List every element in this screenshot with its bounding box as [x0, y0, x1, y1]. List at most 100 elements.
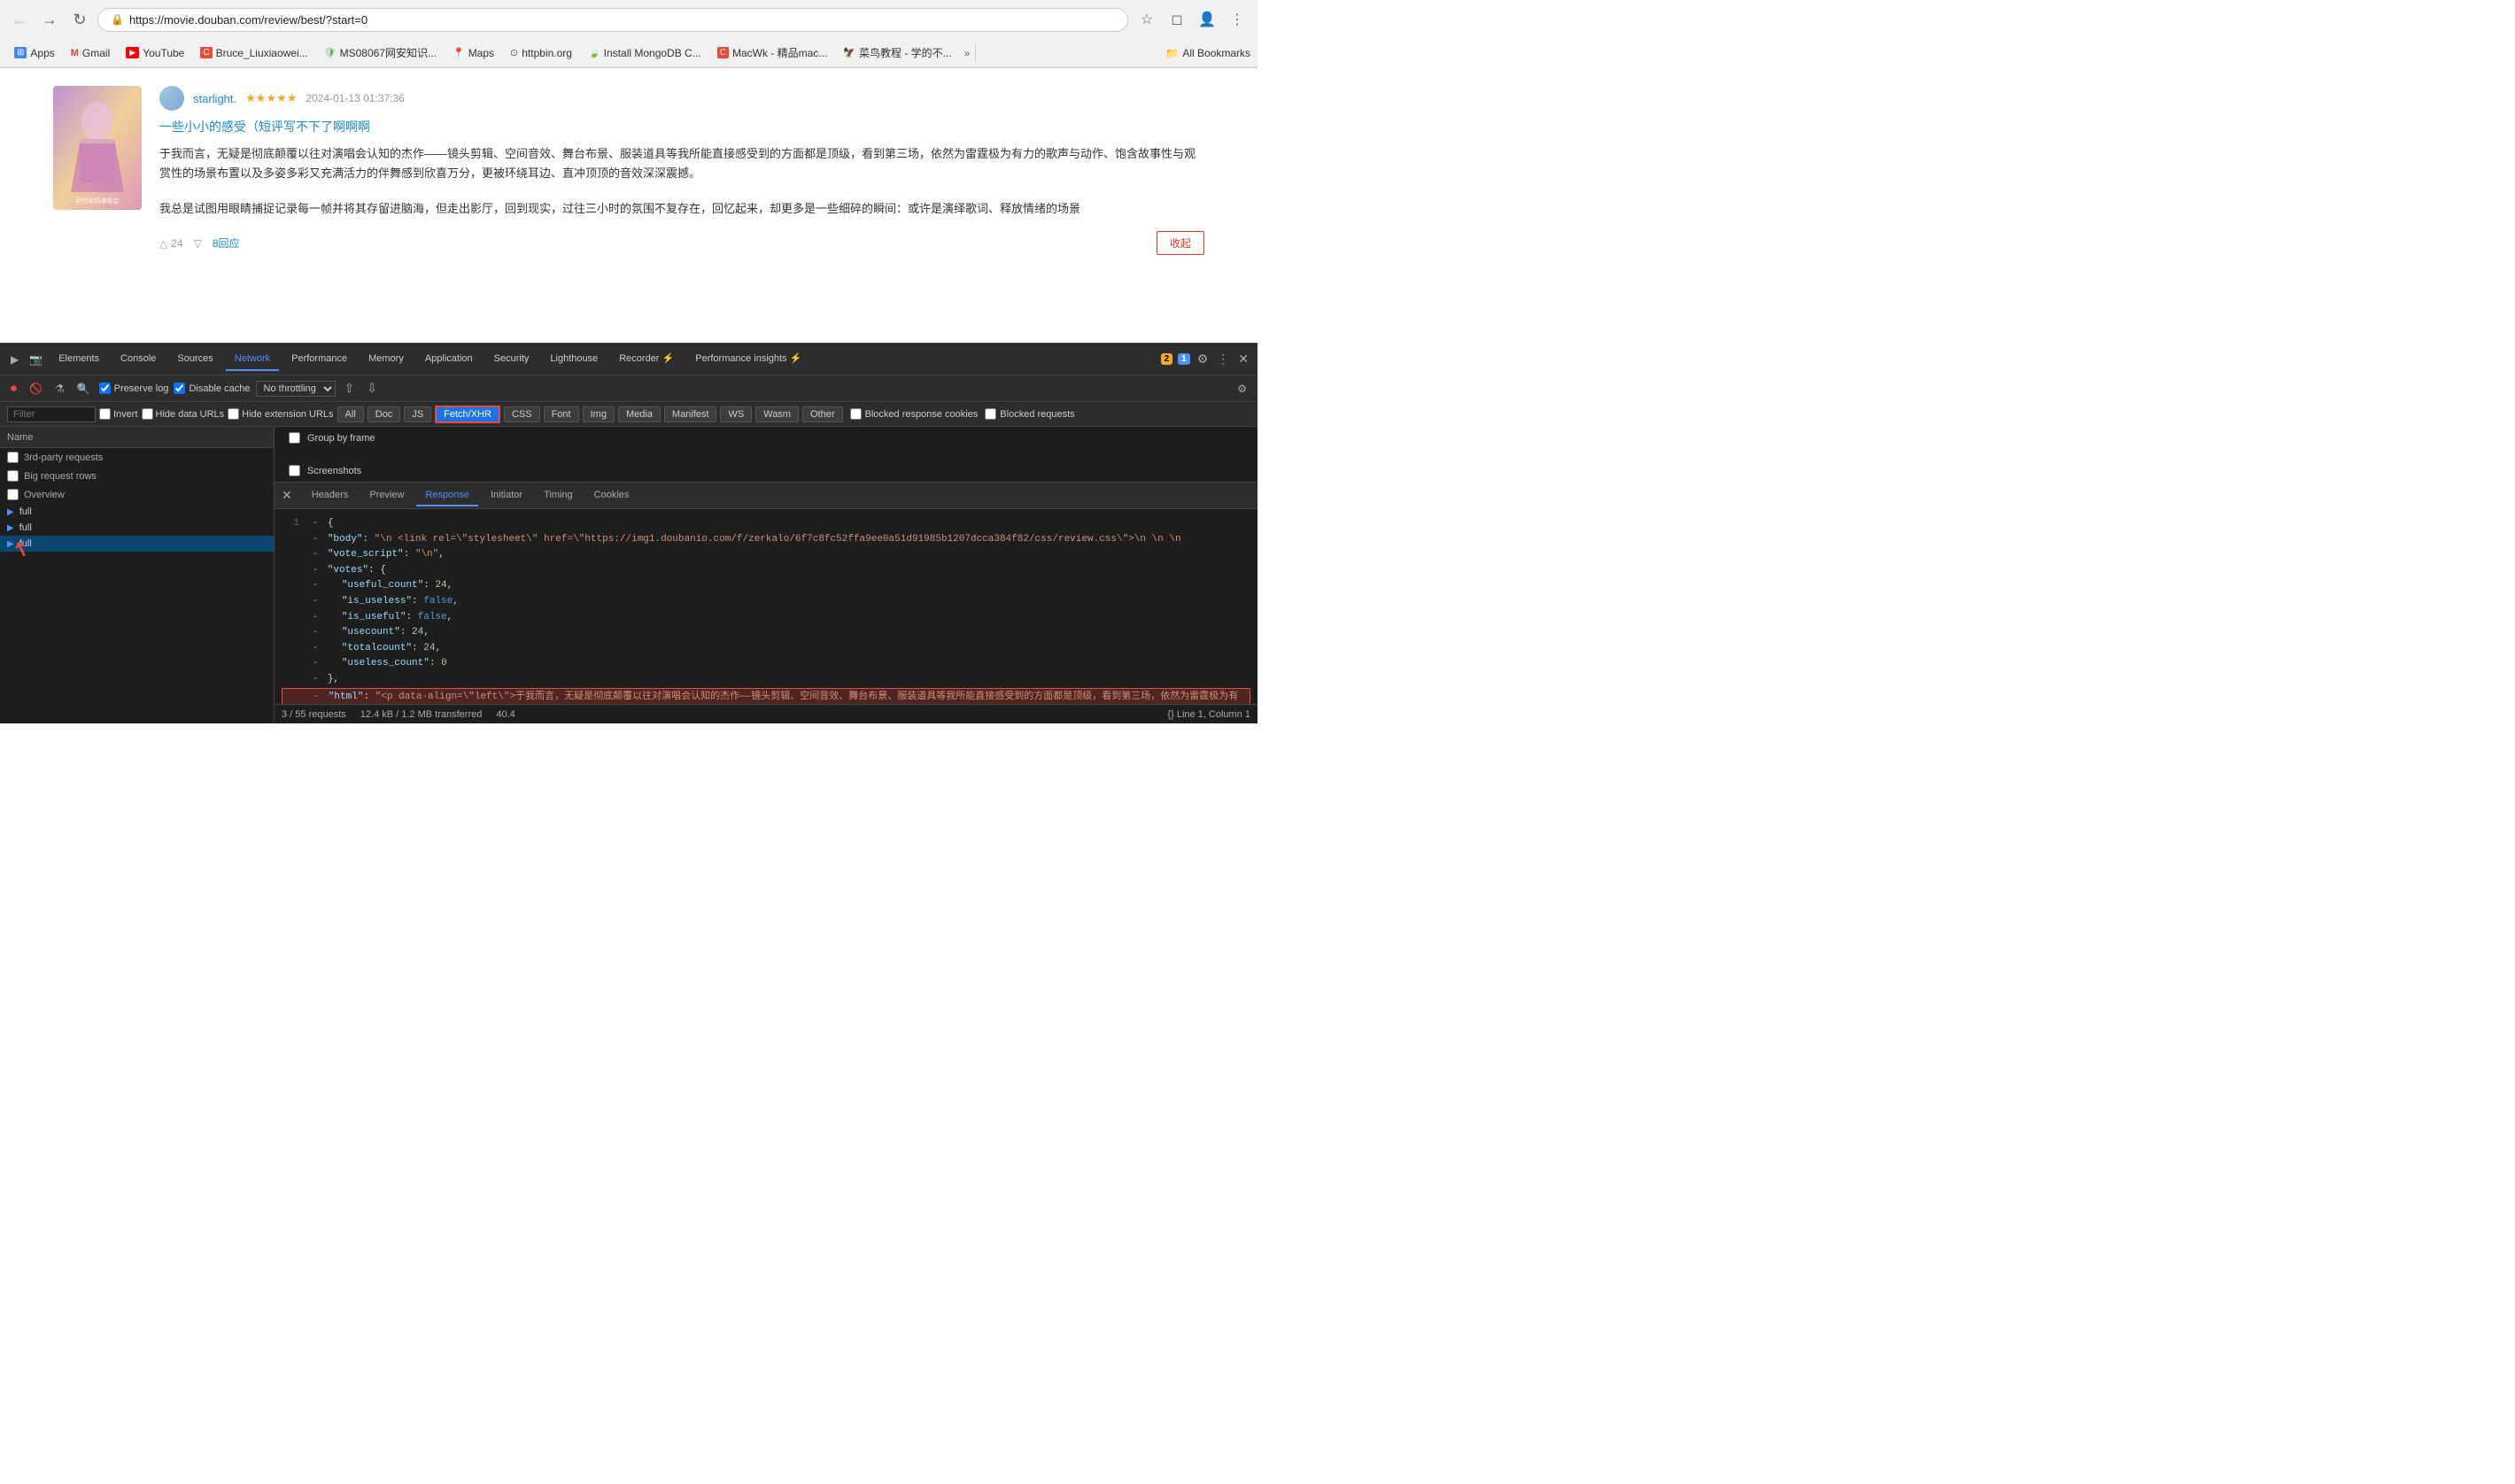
invert-checkbox[interactable]: [99, 408, 111, 420]
bookmark-runoob[interactable]: 🦅 菜鸟教程 - 学的不...: [836, 43, 958, 63]
reply-link[interactable]: 8回应: [213, 236, 240, 251]
devtools-close-button[interactable]: ✕: [1236, 350, 1250, 368]
export-har-button[interactable]: ⇩: [363, 379, 381, 398]
detail-tab-headers[interactable]: Headers: [303, 485, 358, 506]
filter-tag-css[interactable]: CSS: [504, 406, 540, 422]
overview-option[interactable]: Overview: [0, 485, 274, 504]
record-button[interactable]: ⏺: [7, 379, 20, 398]
split-view-button[interactable]: ◻: [1164, 6, 1190, 33]
lock-icon: 🔒: [111, 13, 124, 26]
invert-checkbox-label[interactable]: Invert: [99, 408, 138, 420]
filter-tag-other[interactable]: Other: [802, 406, 843, 422]
preserve-log-checkbox[interactable]: [99, 383, 111, 394]
filter-tag-img[interactable]: Img: [583, 406, 615, 422]
vote-up-button[interactable]: △ 24: [159, 237, 183, 250]
blocked-requests-checkbox[interactable]: [985, 408, 996, 420]
detail-tab-response[interactable]: Response: [416, 485, 478, 506]
bookmark-macwk[interactable]: C MacWk - 精品mac...: [710, 43, 835, 63]
bookmark-gmail[interactable]: M Gmail: [64, 44, 118, 62]
tab-network[interactable]: Network: [226, 348, 279, 371]
nav-bar: ← → ↻ 🔒 https://movie.douban.com/review/…: [0, 0, 1258, 39]
bookmark-bruce[interactable]: C Bruce_Liuxiaowei...: [193, 44, 314, 62]
filter-tag-fetch-xhr[interactable]: Fetch/XHR: [435, 406, 500, 423]
right-panel: Group by frame Screenshots ✕ Headers Pre…: [275, 427, 1258, 723]
bookmark-maps[interactable]: 📍 Maps: [445, 44, 501, 62]
all-bookmarks-link[interactable]: 📁 All Bookmarks: [1165, 47, 1250, 59]
json-line-2: - "body": "\n <link rel=\"stylesheet\" h…: [282, 532, 1250, 548]
detail-tab-initiator[interactable]: Initiator: [482, 485, 531, 506]
third-party-option[interactable]: 3rd-party requests: [0, 448, 274, 467]
bookmark-httpbin[interactable]: ⊙ httpbin.org: [503, 44, 579, 62]
tab-security[interactable]: Security: [485, 348, 538, 371]
devtools-settings-button[interactable]: ⚙: [1196, 350, 1211, 368]
filter-tag-js[interactable]: JS: [404, 406, 431, 422]
big-rows-checkbox[interactable]: [7, 470, 19, 482]
request-item-3[interactable]: ▶ full: [0, 536, 274, 552]
address-bar[interactable]: 🔒 https://movie.douban.com/review/best/?…: [97, 8, 1128, 32]
search-button[interactable]: 🔍: [74, 381, 94, 397]
request-item-1[interactable]: ▶ full: [0, 504, 274, 520]
screenshots-label[interactable]: Screenshots: [289, 465, 1243, 476]
big-rows-option[interactable]: Big request rows: [0, 467, 274, 485]
filter-tag-manifest[interactable]: Manifest: [664, 406, 717, 422]
blocked-requests-label[interactable]: Blocked requests: [985, 408, 1074, 420]
filter-tag-ws[interactable]: WS: [720, 406, 752, 422]
screenshots-checkbox[interactable]: [289, 465, 300, 476]
third-party-checkbox[interactable]: [7, 452, 19, 463]
bookmark-ms08067[interactable]: 🛡 MS08067网安知识...: [317, 43, 444, 63]
back-button[interactable]: ←: [7, 7, 32, 32]
hide-extension-urls-label[interactable]: Hide extension URLs: [228, 408, 333, 420]
tab-performance-insights[interactable]: Performance insights ⚡: [686, 347, 810, 371]
filter-tag-all[interactable]: All: [337, 406, 364, 422]
import-har-button[interactable]: ⇧: [341, 379, 359, 398]
bookmark-youtube[interactable]: ▶ YouTube: [119, 44, 191, 62]
review-title[interactable]: 一些小小的感受（短评写不下了啊啊啊: [159, 118, 1204, 135]
throttle-select[interactable]: No throttling Fast 3G Slow 3G: [256, 381, 336, 397]
request-item-2[interactable]: ▶ full: [0, 520, 274, 536]
devtools-more-button[interactable]: ⋮: [1215, 350, 1231, 368]
forward-button[interactable]: →: [37, 7, 62, 32]
tab-elements[interactable]: Elements: [50, 348, 108, 371]
blocked-response-cookies-label[interactable]: Blocked response cookies: [850, 408, 979, 420]
overview-checkbox[interactable]: [7, 489, 19, 500]
bookmark-mongodb[interactable]: 🍃 Install MongoDB C...: [581, 44, 708, 62]
vote-down-button[interactable]: ▽: [194, 237, 202, 250]
tab-recorder[interactable]: Recorder ⚡: [610, 347, 683, 371]
collapse-button[interactable]: 收起: [1157, 231, 1204, 255]
clear-button[interactable]: 🚫: [26, 381, 46, 397]
tab-lighthouse[interactable]: Lighthouse: [541, 348, 607, 371]
hide-data-urls-label[interactable]: Hide data URLs: [142, 408, 225, 420]
filter-tag-font[interactable]: Font: [544, 406, 579, 422]
tab-memory[interactable]: Memory: [360, 348, 413, 371]
filter-tag-media[interactable]: Media: [618, 406, 661, 422]
preserve-log-label[interactable]: Preserve log: [99, 383, 169, 394]
refresh-button[interactable]: ↻: [67, 7, 92, 32]
filter-toggle-button[interactable]: ⚗: [51, 381, 68, 397]
tab-application[interactable]: Application: [416, 348, 482, 371]
menu-button[interactable]: ⋮: [1224, 6, 1250, 33]
bookmarks-more-button[interactable]: »: [964, 47, 971, 59]
detail-close-button[interactable]: ✕: [282, 488, 292, 503]
disable-cache-checkbox[interactable]: [174, 383, 185, 394]
hide-extension-urls-checkbox[interactable]: [228, 408, 239, 420]
filter-tag-doc[interactable]: Doc: [368, 406, 401, 422]
devtools-device-button[interactable]: 📷: [26, 352, 46, 367]
filter-input[interactable]: [7, 406, 96, 422]
hide-data-urls-checkbox[interactable]: [142, 408, 153, 420]
disable-cache-label[interactable]: Disable cache: [174, 383, 250, 394]
detail-tab-cookies[interactable]: Cookies: [585, 485, 638, 506]
bookmark-star-button[interactable]: ☆: [1134, 6, 1160, 33]
tab-performance[interactable]: Performance: [282, 348, 356, 371]
profile-button[interactable]: 👤: [1194, 6, 1220, 33]
filter-tag-wasm[interactable]: Wasm: [755, 406, 799, 422]
detail-tab-preview[interactable]: Preview: [360, 485, 413, 506]
devtools-inspect-button[interactable]: ▶: [7, 352, 22, 367]
group-by-frame-checkbox[interactable]: [289, 432, 300, 444]
blocked-response-cookies-checkbox[interactable]: [850, 408, 862, 420]
detail-tab-timing[interactable]: Timing: [535, 485, 582, 506]
group-by-frame-label[interactable]: Group by frame: [289, 432, 1243, 444]
network-settings-button[interactable]: ⚙: [1234, 381, 1250, 397]
bookmark-apps[interactable]: ⊞ Apps: [7, 44, 62, 62]
tab-console[interactable]: Console: [112, 348, 165, 371]
tab-sources[interactable]: Sources: [168, 348, 221, 371]
